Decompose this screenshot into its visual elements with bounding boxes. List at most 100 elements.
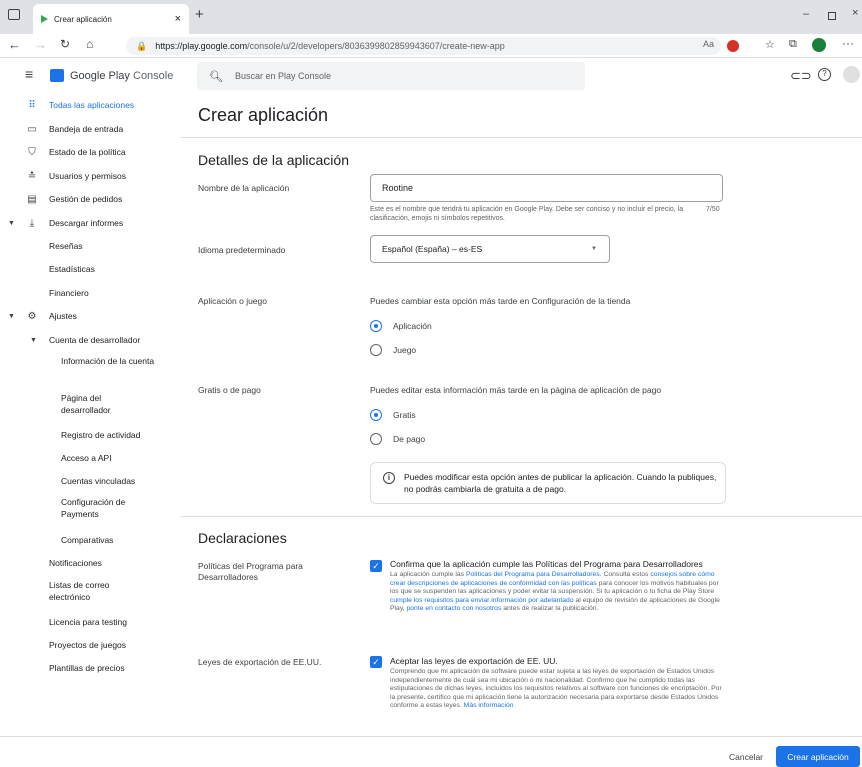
- more-icon[interactable]: ···: [842, 36, 854, 50]
- app-type-label: Aplicación o juego: [198, 296, 267, 306]
- url-field[interactable]: 🔒 https://play.google.com/console/u/2/de…: [126, 37, 721, 55]
- sidebar-item-label: Financiero: [49, 288, 89, 298]
- read-aloud-icon[interactable]: Aa: [703, 39, 714, 49]
- new-tab-icon[interactable]: +: [195, 6, 204, 23]
- play-favicon-icon: [41, 15, 48, 23]
- radio-game-icon: [370, 344, 382, 356]
- radio-free[interactable]: Gratis: [370, 409, 416, 421]
- app-name-input[interactable]: Rootine: [370, 174, 723, 202]
- inbox-icon: ▭: [27, 123, 37, 135]
- extension-icon[interactable]: [727, 40, 739, 52]
- close-tab-icon[interactable]: ×: [175, 13, 181, 25]
- sidebar-item-label: Licencia para testing: [49, 617, 127, 627]
- radio-application[interactable]: Aplicación: [370, 320, 432, 332]
- sidebar-item-reviews[interactable]: Reseñas: [0, 236, 180, 256]
- browser-tab[interactable]: Crear aplicación ×: [33, 4, 189, 34]
- sidebar-item-label: Estadísticas: [49, 264, 95, 274]
- logo-text: Google Play: [70, 69, 130, 82]
- export-text: Comprendo que mi aplicación de software …: [390, 668, 728, 711]
- sidebar-item-policy[interactable]: ⛉ Estado de la política: [0, 142, 180, 162]
- radio-game[interactable]: Juego: [370, 344, 416, 356]
- export-text-body: Comprendo que mi aplicación de software …: [390, 668, 722, 709]
- info-text: Puedes modificar esta opción antes de pu…: [404, 472, 717, 494]
- app-type-help: Puedes cambiar esta opción más tarde en …: [370, 296, 631, 306]
- sidebar-item-reports[interactable]: ▼ ⤓ Descargar informes: [0, 213, 180, 233]
- sidebar-item-account-info[interactable]: Información de la cuenta: [0, 355, 180, 383]
- sidebar-item-all-apps[interactable]: ⠿ Todas las aplicaciones: [0, 95, 180, 115]
- url-path: /console/u/2/developers/8036399802859943…: [247, 41, 505, 51]
- app-name-value: Rootine: [382, 183, 414, 193]
- reload-icon[interactable]: ↻: [60, 37, 70, 51]
- app-name-label: Nombre de la aplicación: [198, 183, 290, 193]
- sidebar-item-settings[interactable]: ▼ ⚙ Ajustes: [0, 306, 180, 326]
- radio-paid[interactable]: De pago: [370, 433, 425, 445]
- export-label: Leyes de exportación de EE.UU.: [198, 657, 322, 667]
- back-icon[interactable]: ←: [8, 37, 21, 52]
- sidebar-item-mailing-lists[interactable]: Listas de correo electrónico: [0, 579, 180, 607]
- section-title-declarations: Declaraciones: [198, 530, 287, 546]
- policy-text-1: La aplicación cumple las: [390, 571, 466, 578]
- radio-free-icon: [370, 409, 382, 421]
- home-icon[interactable]: ⌂: [86, 37, 93, 51]
- sidebar-item-license-testing[interactable]: Licencia para testing: [0, 612, 180, 632]
- collections-icon[interactable]: ⧉: [789, 38, 797, 51]
- lock-icon: 🔒: [136, 40, 148, 51]
- sidebar-item-label: Comparativas: [61, 535, 114, 545]
- cancel-button[interactable]: Cancelar: [722, 748, 770, 766]
- language-value: Español (España) – es-ES: [382, 244, 483, 254]
- contact-link[interactable]: ponte en contacto con nosotros: [407, 605, 502, 612]
- radio-application-label: Aplicación: [393, 321, 432, 331]
- policy-text-5: antes de realizar la publicación.: [501, 605, 599, 612]
- sidebar-item-notifications[interactable]: Notificaciones: [0, 553, 180, 573]
- requirements-link[interactable]: cumple los requisitos para enviar inform…: [390, 597, 574, 604]
- tab-title: Crear aplicación: [54, 14, 112, 24]
- create-app-button[interactable]: Crear aplicación: [776, 746, 860, 767]
- sidebar-item-orders[interactable]: ▤ Gestión de pedidos: [0, 189, 180, 209]
- sidebar-item-inbox[interactable]: ▭ Bandeja de entrada: [0, 119, 180, 139]
- sidebar-item-benchmarks[interactable]: Comparativas: [0, 530, 180, 550]
- close-window-icon[interactable]: ×: [852, 7, 858, 19]
- favorites-icon[interactable]: ☆: [765, 38, 775, 51]
- more-info-link[interactable]: Más información: [464, 702, 514, 709]
- page-title: Crear aplicación: [198, 105, 329, 125]
- menu-icon[interactable]: ≡: [25, 66, 33, 82]
- sidebar-item-developer-page[interactable]: Página del desarrollador: [0, 392, 180, 420]
- sidebar-item-developer-account[interactable]: ▼ Cuenta de desarrollador: [0, 330, 180, 350]
- help-icon[interactable]: ?: [818, 68, 831, 81]
- sidebar-item-label: Bandeja de entrada: [49, 124, 124, 134]
- maximize-icon[interactable]: [828, 12, 836, 20]
- play-logo-icon: [50, 69, 64, 82]
- sidebar-item-label: Proyectos de juegos: [49, 640, 127, 650]
- link-icon[interactable]: ⊂⊃: [790, 68, 812, 84]
- sidebar-item-label: Plantillas de precios: [49, 663, 125, 673]
- forward-icon[interactable]: →: [34, 37, 47, 52]
- sidebar-item-financial[interactable]: Financiero: [0, 283, 180, 303]
- sidebar-item-statistics[interactable]: Estadísticas: [0, 259, 180, 279]
- tab-actions-icon[interactable]: [8, 9, 20, 20]
- policy-text-2: . Consulta estos: [599, 571, 651, 578]
- search-placeholder: Buscar en Play Console: [234, 71, 332, 81]
- google-play-logo[interactable]: Google Play Console: [50, 69, 173, 82]
- export-checkbox[interactable]: ✓: [370, 656, 382, 668]
- account-avatar[interactable]: [843, 66, 860, 83]
- sidebar-item-payments[interactable]: Configuración de Payments: [0, 496, 180, 524]
- sidebar-item-label: Todas las aplicaciones: [49, 100, 135, 110]
- price-help: Puedes editar esta información más tarde…: [370, 385, 662, 395]
- sidebar-item-linked-accounts[interactable]: Cuentas vinculadas: [0, 471, 180, 491]
- sidebar-item-users[interactable]: ≛ Usuarios y permisos: [0, 166, 180, 186]
- search-icon: 🔍︎: [209, 70, 223, 83]
- price-label: Gratis o de pago: [198, 385, 261, 395]
- sidebar-item-api-access[interactable]: Acceso a API: [0, 448, 180, 468]
- sidebar-item-price-templates[interactable]: Plantillas de precios: [0, 658, 180, 678]
- sidebar-item-activity-log[interactable]: Registro de actividad: [0, 425, 180, 445]
- language-select[interactable]: Español (España) – es-ES ▼: [370, 235, 610, 263]
- radio-free-label: Gratis: [393, 410, 416, 420]
- gear-icon: ⚙: [27, 310, 37, 322]
- minimize-icon[interactable]: –: [803, 8, 809, 20]
- sidebar-item-label: Información de la cuenta: [61, 356, 155, 366]
- sidebar-item-game-projects[interactable]: Proyectos de juegos: [0, 635, 180, 655]
- policy-checkbox[interactable]: ✓: [370, 560, 382, 572]
- search-input[interactable]: 🔍︎ Buscar en Play Console: [197, 62, 585, 90]
- profile-avatar-icon[interactable]: [812, 38, 826, 52]
- policy-link[interactable]: Políticas del Programa para Desarrollado…: [466, 571, 600, 578]
